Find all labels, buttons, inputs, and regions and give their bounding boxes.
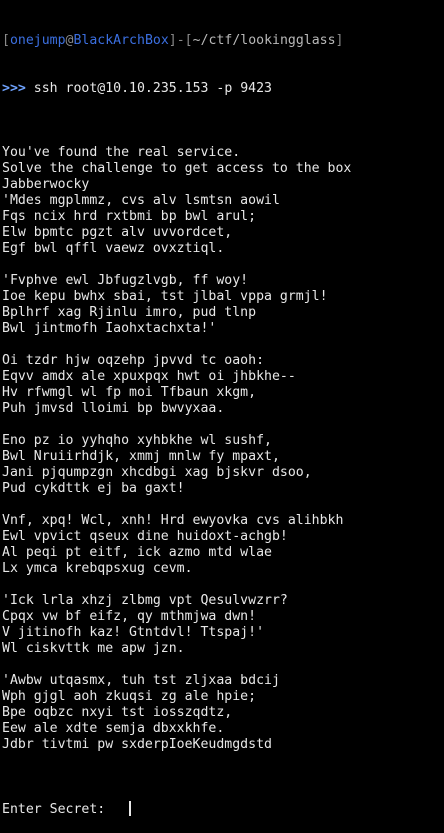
output-line: Hv rfwmgl wl fp moi Tfbaun xkgm, (2, 385, 257, 400)
shell-prompt-line: [onejump@BlackArchBox]-[~/ctf/lookinggla… (2, 33, 444, 49)
prompt-username: onejump (9, 33, 66, 48)
output-line: Ewl vpvict qseux dine huidoxt-achgb! (2, 529, 288, 544)
output-line: Jabberwocky (2, 177, 90, 192)
output-line: V jitinofh kaz! Gtntdvl! Ttspaj!' (2, 625, 265, 640)
output-line: Wph gjgl aoh zkuqsi zg ale hpie; (2, 689, 257, 704)
output-line: Egf bwl qffl vaewz ovxztiql. (2, 241, 225, 256)
output-line: Eqvv amdx ale xpuxpqx hwt oi jhbkhe-- (2, 369, 296, 384)
output-line: Pud cykdttk ej ba gaxt! (2, 481, 185, 496)
output-line: Jani pjqumpzgn xhcdbgi xag bjskvr dsoo, (2, 465, 312, 480)
output-line: Cpqx vw bf eifz, qy mthmjwa dwn! (2, 609, 257, 624)
output-line: Wl ciskvttk me apw jzn. (2, 641, 185, 656)
prompt-working-directory: ~/ctf/lookingglass (192, 33, 336, 48)
output-line: 'Awbw utqasmx, tuh tst zljxaa bdcij (2, 673, 280, 688)
command-line: >>> ssh root@10.10.235.153 -p 9423 (2, 81, 444, 97)
output-line: Eno pz io yyhqho xyhbkhe wl sushf, (2, 433, 272, 448)
output-line: Al peqi pt eitf, ick azmo mtd wlae (2, 545, 272, 560)
output-line: Bplhrf xag Rjinlu imro, pud tlnp (2, 305, 257, 320)
output-line: Elw bpmtc pgzt alv uvvordcet, (2, 225, 233, 240)
prompt-arrows: >>> (2, 81, 26, 96)
output-line: Eew ale xdte semja dbxxkhfe. (2, 721, 225, 736)
prompt-path-close-bracket: ] (335, 33, 344, 48)
output-line: 'Fvphve ewl Jbfugzlvgb, ff woy! (2, 273, 249, 288)
output-line: 'Mdes mgplmmz, cvs alv lsmtsn aowil (2, 193, 280, 208)
prompt-path-open-bracket: [ (184, 33, 193, 48)
output-line: Lx ymca krebqpsxug cevm. (2, 561, 193, 576)
output-line: Ioe kepu bwhx sbai, tst jlbal vppa grmjl… (2, 289, 328, 304)
prompt-open-bracket: [ (2, 33, 10, 48)
output-line: You've found the real service. (2, 145, 241, 160)
terminal-window[interactable]: [onejump@BlackArchBox]-[~/ctf/lookinggla… (0, 0, 444, 817)
output-line: Fqs ncix hrd rxtbmi bp bwl arul; (2, 209, 257, 224)
secret-input-line[interactable]: Enter Secret: (2, 801, 444, 817)
output-line: 'Ick lrla xhzj zlbmg vpt Qesulvwzrr? (2, 593, 288, 608)
output-line: Jdbr tivtmi pw sxderpIoeKeudmgdstd (2, 737, 272, 752)
terminal-output: You've found the real service. Solve the … (2, 145, 444, 753)
output-line: Solve the challenge to get access to the… (2, 161, 352, 176)
output-line: Oi tzdr hjw oqzehp jpvvd tc oaoh: (2, 353, 265, 368)
prompt-hostname: BlackArchBox (73, 33, 169, 48)
prompt-dash: - (176, 33, 185, 48)
ssh-command: ssh root@10.10.235.153 -p 9423 (33, 81, 272, 96)
output-line: Vnf, xpq! Wcl, xnh! Hrd ewyovka cvs alih… (2, 513, 344, 528)
output-line: Bwl jintmofh Iaohxtachxta!' (2, 321, 217, 336)
output-line: Bpe oqbzc nxyi tst iosszqdtz, (2, 705, 233, 720)
prompt-close-bracket: ] (168, 33, 177, 48)
secret-prompt-label: Enter Secret: (2, 802, 106, 817)
output-line: Bwl Nruiirhdjk, xmmj mnlw fy mpaxt, (2, 449, 280, 464)
output-line: Puh jmvsd lloimi bp bwvyxaa. (2, 401, 225, 416)
text-cursor[interactable] (129, 801, 132, 816)
